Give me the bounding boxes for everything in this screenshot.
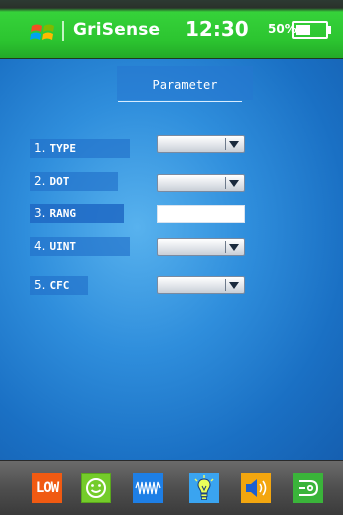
battery-tip — [328, 26, 331, 34]
chevron-down-icon — [229, 244, 239, 251]
app-name: GriSense — [73, 20, 161, 40]
bottom-toolbar: LOW — [0, 460, 343, 515]
dot-select[interactable] — [157, 174, 245, 192]
low-battery-button[interactable]: LOW — [32, 473, 62, 503]
param-label-dot: 2. DOT — [30, 172, 118, 191]
waveform-icon — [135, 481, 161, 495]
windows-flag-icon — [30, 21, 58, 43]
waveform-button[interactable] — [133, 473, 163, 503]
param-number: 2. — [34, 174, 46, 188]
clock-time: 12:30 — [185, 17, 249, 41]
param-number: 1. — [34, 141, 46, 155]
param-name: TYPE — [49, 142, 76, 155]
rang-input[interactable] — [157, 205, 245, 223]
battery-fill — [296, 25, 310, 35]
param-label-uint: 4. UINT — [30, 237, 130, 256]
cfc-select[interactable] — [157, 276, 245, 294]
param-label-rang: 3. RANG — [30, 204, 124, 223]
title-box: Parameter — [117, 66, 253, 100]
title-underline — [118, 101, 242, 102]
smiley-icon — [86, 478, 106, 498]
param-label-type: 1. TYPE — [30, 139, 130, 158]
param-name: CFC — [49, 279, 70, 292]
type-select[interactable] — [157, 135, 245, 153]
speaker-button[interactable] — [241, 473, 271, 503]
sensor-icon — [299, 480, 319, 496]
lightbulb-icon — [194, 475, 214, 500]
battery-icon — [292, 21, 328, 39]
param-name: UINT — [49, 240, 76, 253]
lightbulb-button[interactable] — [189, 473, 219, 503]
param-label-cfc: 5. CFC — [30, 276, 88, 295]
low-battery-icon: LOW — [35, 480, 59, 496]
param-number: 5. — [34, 278, 46, 292]
param-number: 3. — [34, 206, 46, 220]
speaker-icon — [246, 479, 267, 497]
uint-select[interactable] — [157, 238, 245, 256]
smiley-button[interactable] — [81, 473, 111, 503]
status-bar: GriSense 12:30 50% — [0, 0, 343, 59]
page-title: Parameter — [152, 78, 218, 92]
param-name: DOT — [49, 175, 70, 188]
chevron-down-icon — [229, 282, 239, 289]
sensor-button[interactable] — [293, 473, 323, 503]
chevron-down-icon — [229, 180, 239, 187]
param-number: 4. — [34, 239, 46, 253]
status-separator — [62, 21, 64, 41]
param-name: RANG — [49, 207, 76, 220]
device-screen: GriSense 12:30 50% Parameter 1. TYPE 2. DO… — [0, 0, 343, 515]
chevron-down-icon — [229, 141, 239, 148]
parameter-panel: Parameter 1. TYPE 2. DOT 3. RANG 4. UINT… — [0, 59, 343, 460]
